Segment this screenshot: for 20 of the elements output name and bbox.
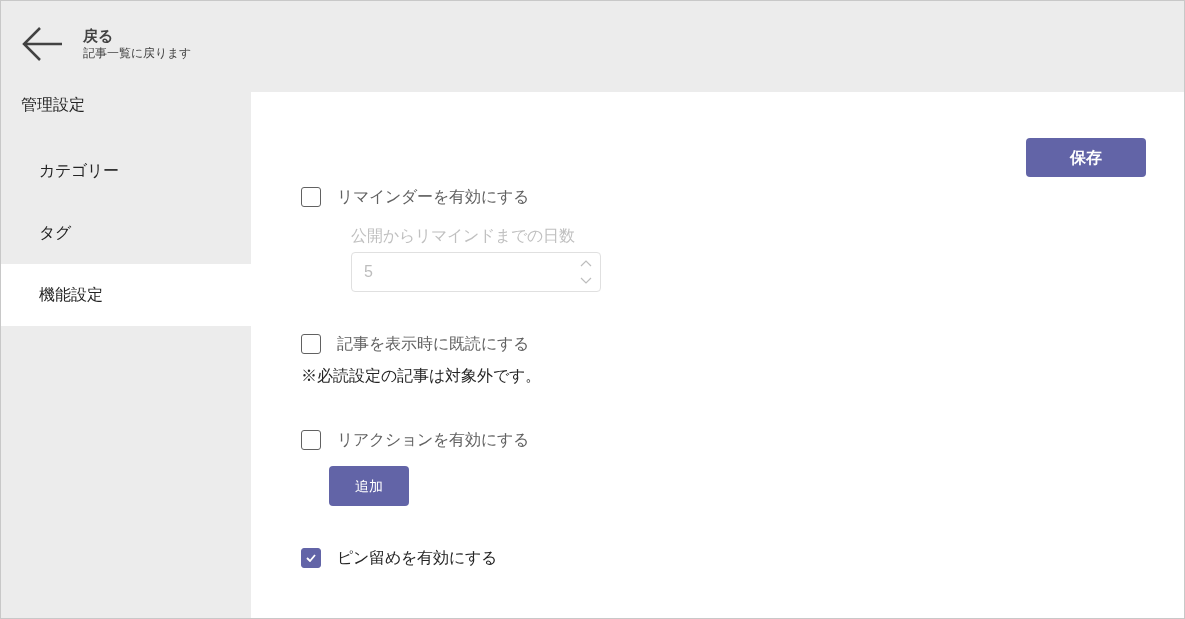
save-button[interactable]: 保存 — [1026, 138, 1146, 177]
sidebar-item[interactable]: 機能設定 — [1, 264, 251, 326]
sidebar-item[interactable]: カテゴリー — [1, 140, 251, 202]
sidebar-item[interactable]: タグ — [1, 202, 251, 264]
checkbox[interactable] — [301, 548, 321, 568]
checkbox-label: 記事を表示時に既読にする — [337, 334, 529, 354]
back-title[interactable]: 戻る — [83, 26, 191, 45]
checkbox[interactable] — [301, 187, 321, 207]
checkbox[interactable] — [301, 430, 321, 450]
add-button[interactable]: 追加 — [329, 466, 409, 506]
check-icon — [306, 554, 316, 562]
checkbox-label: リアクションを有効にする — [337, 430, 529, 450]
back-arrow-icon[interactable] — [21, 25, 63, 62]
checkbox-label: ピン留めを有効にする — [337, 548, 497, 568]
checkbox-label: リマインダーを有効にする — [337, 187, 529, 207]
note-text: ※必読設定の記事は対象外です。 — [301, 366, 542, 386]
field-label: 公開からリマインドまでの日数 — [351, 226, 576, 246]
sidebar-heading: 管理設定 — [20, 95, 86, 115]
back-subtitle: 記事一覧に戻ります — [83, 44, 191, 61]
checkbox[interactable] — [301, 334, 321, 354]
